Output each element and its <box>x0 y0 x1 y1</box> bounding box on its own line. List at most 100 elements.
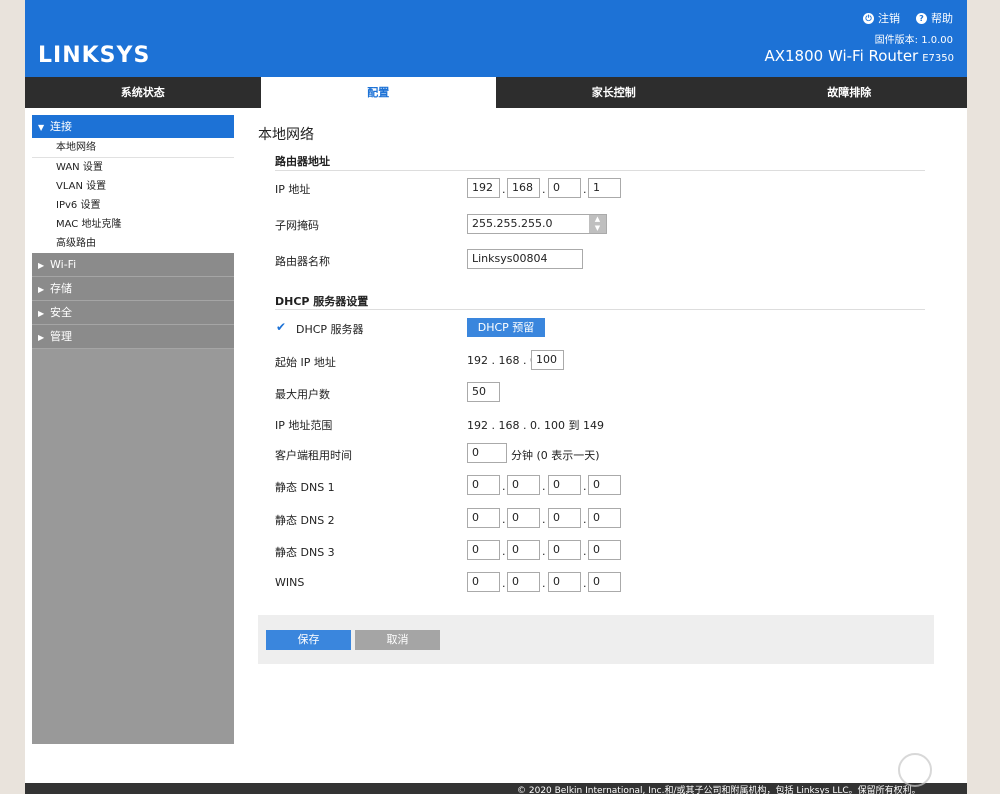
dot-separator: . <box>502 513 506 526</box>
dot-separator: . <box>542 480 546 493</box>
dot-separator: . <box>583 183 587 196</box>
ip-octet-2-input[interactable]: 168 <box>507 178 540 198</box>
sidebar-section-label: Wi-Fi <box>50 258 77 271</box>
tab-parental-control[interactable]: 家长控制 <box>496 77 732 108</box>
sidebar-section-wifi[interactable]: ▶ Wi-Fi <box>32 253 234 277</box>
wins-label: WINS <box>275 576 305 589</box>
caret-down-icon: ▼ <box>38 123 45 132</box>
header: LINKSYS ⏻ 注销 ? 帮助 固件版本: 1.0.00 AX1800 Wi… <box>25 0 967 77</box>
sidebar-item-mac-clone[interactable]: MAC 地址克隆 <box>32 215 234 234</box>
dns3-label: 静态 DNS 3 <box>275 546 335 559</box>
dns2-octet-input[interactable]: 0 <box>548 508 581 528</box>
subnet-mask-label: 子网掩码 <box>275 219 319 232</box>
ip-octet-3-input[interactable]: 0 <box>548 178 581 198</box>
start-ip-label: 起始 IP 地址 <box>275 356 336 369</box>
sidebar-section-label: 安全 <box>50 306 72 319</box>
dns1-octet-input[interactable]: 0 <box>467 475 500 495</box>
dns2-octet-input[interactable]: 0 <box>588 508 621 528</box>
dot-separator: . <box>583 545 587 558</box>
sidebar-item-wan[interactable]: WAN 设置 <box>32 158 234 177</box>
sidebar: ▼ 连接 本地网络 WAN 设置 VLAN 设置 IPv6 设置 MAC 地址克隆… <box>32 115 234 744</box>
start-ip-prefix: 192 . 168 . 0. <box>467 354 541 367</box>
dot-separator: . <box>542 513 546 526</box>
page-title: 本地网络 <box>258 127 314 143</box>
router-name-label: 路由器名称 <box>275 255 330 268</box>
checkmark-icon[interactable]: ✔ <box>276 321 288 333</box>
subnet-mask-value: 255.255.255.0 <box>472 217 553 230</box>
dns3-octet-input[interactable]: 0 <box>507 540 540 560</box>
wins-octet-input[interactable]: 0 <box>548 572 581 592</box>
logout-label: 注销 <box>878 12 900 25</box>
dot-separator: . <box>583 577 587 590</box>
logout-icon: ⏻ <box>863 12 874 24</box>
caret-right-icon: ▶ <box>38 309 45 318</box>
firmware-version: 固件版本: 1.0.00 <box>874 35 953 46</box>
max-users-input[interactable]: 50 <box>467 382 500 402</box>
linksys-logo: LINKSYS <box>38 43 151 68</box>
sidebar-item-local-network[interactable]: 本地网络 <box>32 138 234 158</box>
product-label: AX1800 Wi-Fi Router <box>764 47 919 65</box>
dns1-label: 静态 DNS 1 <box>275 481 335 494</box>
copyright-text: © 2020 Belkin International, Inc.和/或其子公司… <box>517 786 921 794</box>
action-bar: 保存 取消 <box>258 615 934 664</box>
dot-separator: . <box>502 577 506 590</box>
help-label: 帮助 <box>931 12 953 25</box>
product-name: AX1800 Wi-Fi Router E7350 <box>764 47 954 65</box>
help-icon: ? <box>916 12 927 24</box>
dns3-octet-input[interactable]: 0 <box>548 540 581 560</box>
sidebar-section-security[interactable]: ▶ 安全 <box>32 301 234 325</box>
dns3-octet-input[interactable]: 0 <box>588 540 621 560</box>
ip-address-label: IP 地址 <box>275 183 311 196</box>
dns1-octet-input[interactable]: 0 <box>507 475 540 495</box>
wins-octet-input[interactable]: 0 <box>588 572 621 592</box>
tab-troubleshooting[interactable]: 故障排除 <box>732 77 968 108</box>
wins-octet-input[interactable]: 0 <box>467 572 500 592</box>
dot-separator: . <box>502 183 506 196</box>
lease-time-label: 客户端租用时间 <box>275 449 352 462</box>
dns2-octet-input[interactable]: 0 <box>507 508 540 528</box>
tab-configuration[interactable]: 配置 <box>260 77 496 108</box>
dns1-octet-input[interactable]: 0 <box>588 475 621 495</box>
cancel-button[interactable]: 取消 <box>355 630 440 650</box>
help-link[interactable]: ? 帮助 <box>916 10 953 26</box>
dot-separator: . <box>542 545 546 558</box>
wins-octet-input[interactable]: 0 <box>507 572 540 592</box>
up-down-arrows-icon: ▲ ▼ <box>589 215 606 233</box>
caret-right-icon: ▶ <box>38 333 45 342</box>
router-address-heading: 路由器地址 <box>275 155 330 168</box>
subnet-mask-select[interactable]: 255.255.255.0 ▲ ▼ <box>467 214 607 234</box>
ip-octet-4-input[interactable]: 1 <box>588 178 621 198</box>
dns1-octet-input[interactable]: 0 <box>548 475 581 495</box>
start-ip-last-octet-input[interactable]: 100 <box>531 350 564 370</box>
dns2-octet-input[interactable]: 0 <box>467 508 500 528</box>
main-tabs: 系统状态 配置 家长控制 故障排除 <box>25 77 967 108</box>
sidebar-item-vlan[interactable]: VLAN 设置 <box>32 177 234 196</box>
lease-time-unit: 分钟 (0 表示一天) <box>511 449 600 462</box>
connect-submenu: 本地网络 WAN 设置 VLAN 设置 IPv6 设置 MAC 地址克隆 高级路… <box>32 138 234 253</box>
router-name-input[interactable]: Linksys00804 <box>467 249 583 269</box>
lease-time-input[interactable]: 0 <box>467 443 507 463</box>
sidebar-section-label: 连接 <box>50 120 72 133</box>
dns3-octet-input[interactable]: 0 <box>467 540 500 560</box>
copyright-bar: © 2020 Belkin International, Inc.和/或其子公司… <box>25 783 967 794</box>
sidebar-section-admin[interactable]: ▶ 管理 <box>32 325 234 349</box>
dns2-label: 静态 DNS 2 <box>275 514 335 527</box>
sidebar-section-storage[interactable]: ▶ 存储 <box>32 277 234 301</box>
sidebar-section-connect[interactable]: ▼ 连接 <box>32 115 234 138</box>
sidebar-section-label: 管理 <box>50 330 72 343</box>
dot-separator: . <box>542 183 546 196</box>
caret-right-icon: ▶ <box>38 285 45 294</box>
divider <box>275 170 925 171</box>
ip-octet-1-input[interactable]: 192 <box>467 178 500 198</box>
dhcp-server-label: DHCP 服务器 <box>296 323 364 336</box>
dhcp-reservation-button[interactable]: DHCP 预留 <box>467 318 545 337</box>
sidebar-item-ipv6[interactable]: IPv6 设置 <box>32 196 234 215</box>
ip-range-value: 192 . 168 . 0. 100 到 149 <box>467 419 604 432</box>
tab-status[interactable]: 系统状态 <box>25 77 261 108</box>
dot-separator: . <box>583 480 587 493</box>
logout-link[interactable]: ⏻ 注销 <box>863 10 900 26</box>
top-links: ⏻ 注销 ? 帮助 <box>863 10 953 26</box>
dot-separator: . <box>583 513 587 526</box>
save-button[interactable]: 保存 <box>266 630 351 650</box>
sidebar-item-advanced-routing[interactable]: 高级路由 <box>32 234 234 253</box>
